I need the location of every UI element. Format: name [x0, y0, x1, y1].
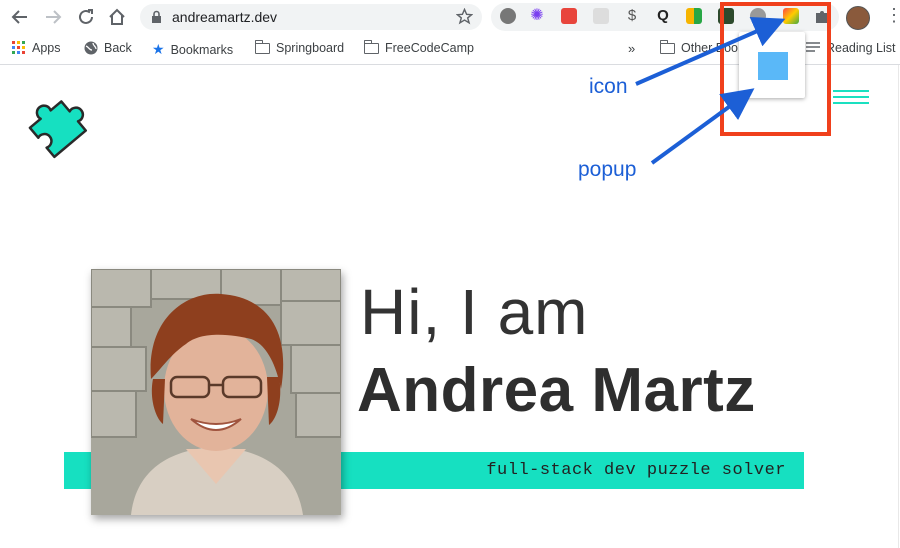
page-title: Andrea Martz	[357, 356, 756, 425]
bookmark-label: Reading List	[826, 41, 896, 55]
menu-dots-icon[interactable]: ⋮	[885, 5, 900, 26]
bookmark-label: FreeCodeCamp	[385, 41, 474, 55]
color-extension-icon[interactable]	[686, 8, 702, 24]
folder-icon	[254, 39, 270, 54]
bookmark-label: Bookmarks	[170, 42, 234, 57]
bookmark-apps[interactable]: Apps	[12, 41, 61, 55]
tagline: full-stack dev puzzle solver	[486, 461, 786, 480]
url-text: andreamartz.dev	[172, 9, 278, 25]
sun-extension-icon[interactable]: ✺	[529, 8, 545, 24]
globe-icon	[84, 41, 98, 55]
folder-icon	[363, 39, 379, 54]
reload-icon[interactable]	[75, 6, 97, 28]
greeting: Hi, I am	[360, 276, 589, 348]
highlight-box	[720, 2, 831, 136]
bookmark-springboard[interactable]: Springboard	[254, 39, 345, 55]
bookmark-freecodecamp[interactable]: FreeCodeCamp	[363, 39, 474, 55]
profile-avatar[interactable]	[846, 6, 870, 30]
dollar-extension-icon[interactable]: $	[624, 8, 640, 24]
back-arrow-icon[interactable]	[9, 6, 31, 28]
bookmark-bookmarks[interactable]: ★ Bookmarks	[152, 41, 233, 58]
puzzle-logo-icon[interactable]	[20, 91, 90, 164]
q-extension-icon[interactable]: Q	[655, 8, 671, 24]
bookmark-star-icon[interactable]	[455, 7, 474, 30]
home-icon[interactable]	[106, 6, 128, 28]
bookmark-label: Apps	[32, 41, 61, 55]
bookmark-back[interactable]: Back	[84, 41, 132, 55]
bug-extension-icon[interactable]	[500, 8, 516, 24]
folder-icon	[659, 39, 675, 54]
grid-extension-icon[interactable]	[593, 8, 609, 24]
page-content: full-stack dev puzzle solver Hi, I am An…	[0, 65, 899, 548]
forward-arrow-icon[interactable]	[42, 6, 64, 28]
address-bar[interactable]: andreamartz.dev	[140, 4, 482, 30]
bookmark-label: Back	[104, 41, 132, 55]
star-icon: ★	[152, 41, 165, 57]
profile-photo	[91, 269, 341, 515]
lock-icon	[151, 10, 162, 29]
apps-grid-icon	[12, 41, 25, 54]
bookmarks-overflow-button[interactable]: »	[628, 41, 635, 56]
lighthouse-extension-icon[interactable]	[561, 8, 577, 24]
bookmark-label: Springboard	[276, 41, 345, 55]
popup-annotation-label: popup	[578, 158, 637, 181]
icon-annotation-label: icon	[589, 75, 628, 98]
overflow-label: »	[628, 41, 636, 56]
hamburger-menu-icon[interactable]	[833, 90, 869, 108]
